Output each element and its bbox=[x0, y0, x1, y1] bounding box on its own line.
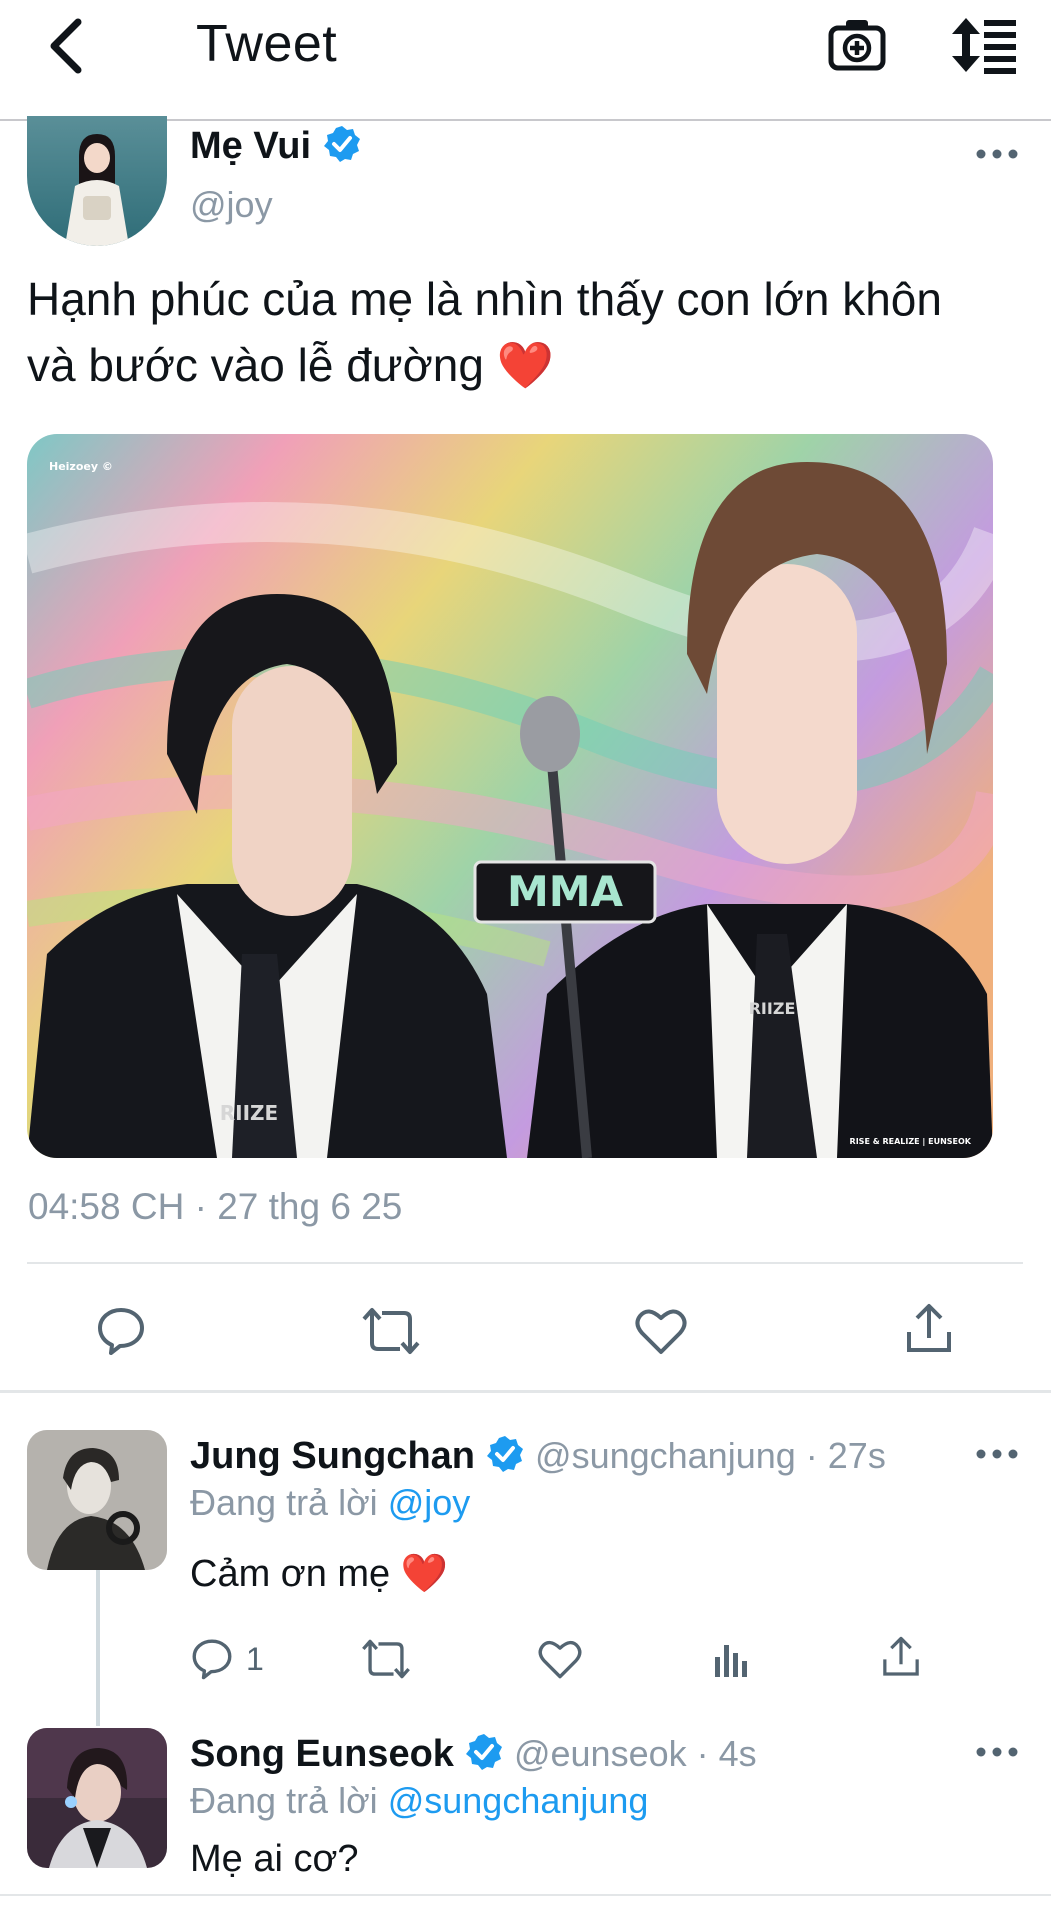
avatar-photo bbox=[27, 116, 167, 246]
reply1-time: · 27s bbox=[805, 1435, 886, 1476]
reply1-header: Jung Sungchan @sungchanjung · 27s bbox=[190, 1434, 886, 1478]
top-bar bbox=[0, 0, 1051, 120]
verified-badge-icon bbox=[487, 1436, 524, 1472]
sort-updown-icon bbox=[952, 18, 1016, 74]
reply1-text: Cảm ơn mẹ ❤️ bbox=[190, 1553, 449, 1595]
camera-plus-icon bbox=[828, 20, 886, 71]
heart-emoji: ❤️ bbox=[496, 339, 554, 391]
reply1-like-button[interactable] bbox=[535, 1636, 585, 1682]
share-button[interactable] bbox=[898, 1298, 960, 1360]
thread-connector-line bbox=[96, 1570, 100, 1726]
reply2-more-button[interactable] bbox=[975, 1742, 1019, 1767]
reply1-retweet-button[interactable] bbox=[358, 1636, 414, 1682]
analytics-icon bbox=[715, 1645, 747, 1677]
reply2-text: Mẹ ai cơ? bbox=[190, 1838, 359, 1880]
retweet-button[interactable] bbox=[358, 1300, 424, 1362]
more-options-button[interactable] bbox=[975, 144, 1019, 169]
reply-button[interactable] bbox=[90, 1300, 152, 1362]
mma-sign-text: MMA bbox=[507, 867, 624, 916]
reply2-header: Song Eunseok @eunseok · 4s bbox=[190, 1732, 757, 1776]
tie-logo-left: RIIZE bbox=[220, 1101, 278, 1125]
sort-button[interactable] bbox=[950, 14, 1020, 76]
chevron-left-icon bbox=[50, 18, 82, 74]
reply-icon bbox=[98, 1308, 144, 1355]
reply1-handle[interactable]: @sungchanjung bbox=[535, 1435, 796, 1476]
author-avatar[interactable] bbox=[27, 116, 167, 246]
heart-emoji: ❤️ bbox=[400, 1553, 449, 1595]
actions-divider bbox=[0, 1390, 1051, 1393]
reply1-analytics-button[interactable] bbox=[708, 1636, 754, 1682]
verified-badge-icon bbox=[465, 1734, 502, 1770]
reply2-handle[interactable]: @eunseok bbox=[514, 1733, 687, 1774]
like-button[interactable] bbox=[630, 1300, 692, 1362]
like-icon bbox=[538, 1640, 582, 1679]
author-name-row: Mẹ Vui bbox=[190, 124, 362, 168]
reply-icon bbox=[192, 1639, 232, 1680]
tweet-text: Hạnh phúc của mẹ là nhìn thấy con lớn kh… bbox=[27, 266, 1037, 398]
reply1-reply-button[interactable]: 1 bbox=[190, 1636, 264, 1682]
retweet-icon bbox=[362, 1308, 420, 1354]
reply2-mention-link[interactable]: @sungchanjung bbox=[388, 1780, 649, 1821]
reply1-more-button[interactable] bbox=[975, 1444, 1019, 1469]
page-title: Tweet bbox=[196, 15, 338, 73]
reply1-reply-count: 1 bbox=[246, 1640, 264, 1677]
media-photo: MMA RIIZE RIIZE Heizoey © RISE & REALIZE… bbox=[27, 434, 993, 1158]
reply2-time: · 4s bbox=[696, 1733, 757, 1774]
more-dots-icon bbox=[976, 1449, 1018, 1459]
tweet-media-image[interactable]: MMA RIIZE RIIZE Heizoey © RISE & REALIZE… bbox=[27, 434, 993, 1158]
reply2-replying-to: Đang trả lời @sungchanjung bbox=[190, 1780, 649, 1821]
tweet-text-line-1: Hạnh phúc của mẹ là nhìn thấy con lớn kh… bbox=[27, 273, 942, 325]
reply1-name[interactable]: Jung Sungchan bbox=[190, 1435, 475, 1477]
photo-watermark-bottom: RISE & REALIZE | EUNSEOK bbox=[850, 1137, 972, 1146]
reply1-share-button[interactable] bbox=[878, 1634, 924, 1680]
retweet-icon bbox=[362, 1639, 410, 1679]
bottom-divider bbox=[0, 1894, 1051, 1896]
share-icon bbox=[907, 1304, 951, 1352]
reply1-replying-to: Đang trả lời @joy bbox=[190, 1482, 471, 1523]
timestamp-divider bbox=[27, 1262, 1023, 1264]
verified-badge-icon bbox=[323, 126, 360, 162]
reply1-avatar[interactable] bbox=[27, 1430, 167, 1570]
author-handle[interactable]: @joy bbox=[190, 184, 273, 226]
more-dots-icon bbox=[976, 1747, 1018, 1757]
reply2-avatar[interactable] bbox=[27, 1728, 167, 1868]
reply2-avatar-photo bbox=[27, 1728, 167, 1868]
tie-logo-right: RIIZE bbox=[749, 999, 796, 1018]
back-button[interactable] bbox=[36, 16, 96, 76]
reply1-mention-link[interactable]: @joy bbox=[388, 1482, 471, 1523]
share-icon bbox=[883, 1636, 919, 1676]
reply2-name[interactable]: Song Eunseok bbox=[190, 1733, 454, 1775]
author-name[interactable]: Mẹ Vui bbox=[190, 125, 311, 167]
reply1-avatar-photo bbox=[27, 1430, 167, 1570]
tweet-text-line-2: và bước vào lễ đường ❤️ bbox=[27, 339, 554, 391]
more-dots-icon bbox=[976, 149, 1018, 159]
tweet-timestamp[interactable]: 04:58 CH · 27 thg 6 25 bbox=[28, 1186, 402, 1228]
camera-button[interactable] bbox=[826, 14, 888, 76]
photo-watermark-top: Heizoey © bbox=[49, 460, 113, 473]
like-icon bbox=[635, 1309, 687, 1354]
